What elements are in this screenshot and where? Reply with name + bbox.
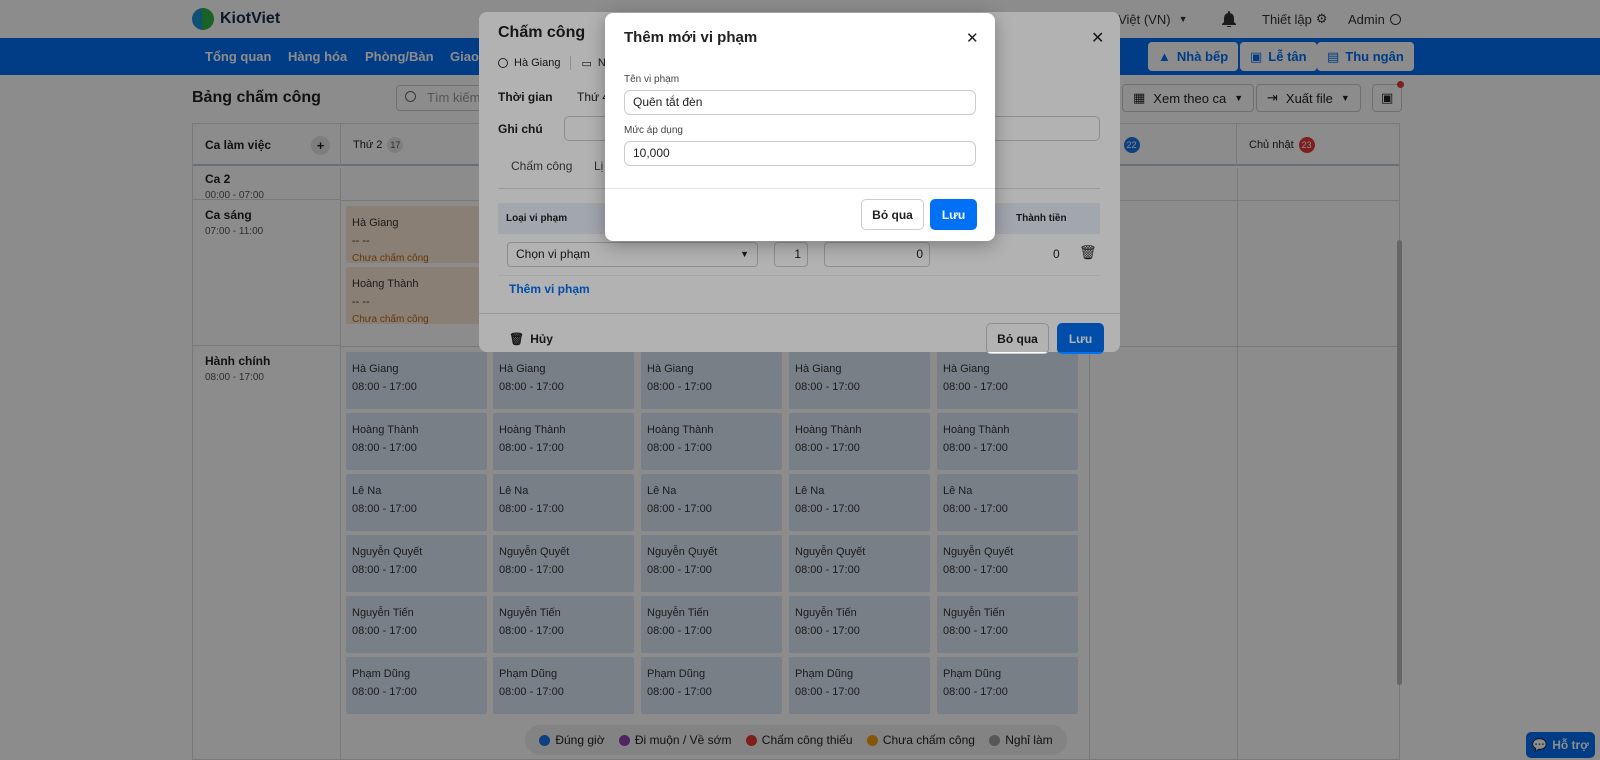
amount-label: Mức áp dụng	[624, 125, 683, 136]
cancel-button[interactable]: Bỏ qua	[861, 199, 924, 230]
save-button[interactable]: Lưu	[930, 199, 977, 230]
violation-name-input[interactable]: Quên tắt đèn	[624, 90, 976, 115]
add-violation-modal: Thêm mới vi phạm ✕ Tên vi phạm Quên tắt …	[605, 13, 995, 241]
footer-divider	[605, 188, 995, 189]
close-icon[interactable]: ✕	[966, 29, 979, 47]
amount-input[interactable]: 10,000	[624, 141, 976, 166]
violation-name-label: Tên vi phạm	[624, 74, 680, 85]
modal-title: Thêm mới vi phạm	[624, 29, 758, 46]
